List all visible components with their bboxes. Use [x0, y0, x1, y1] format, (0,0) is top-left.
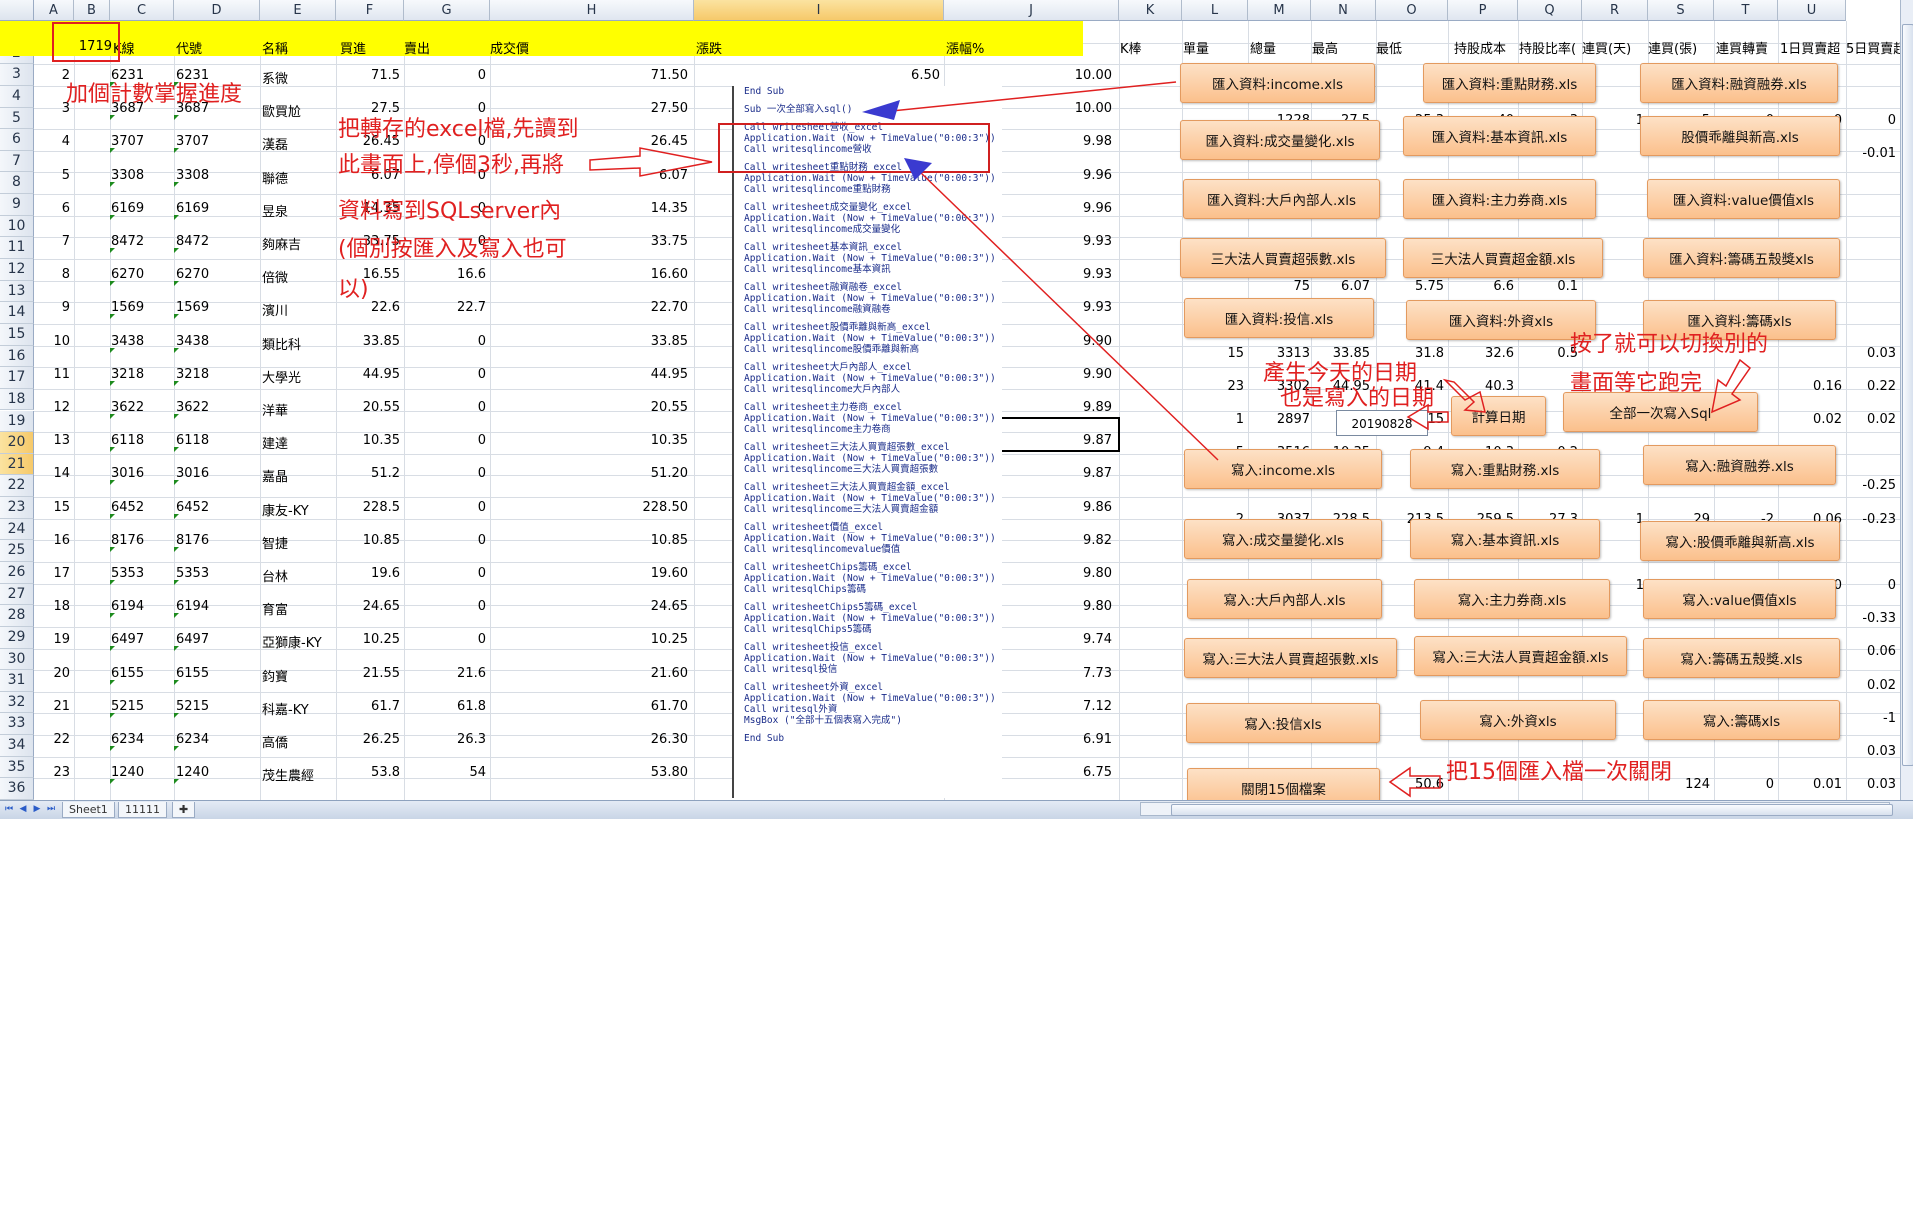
block-arrow-flow	[589, 147, 713, 177]
block-arrow-date	[1406, 403, 1449, 431]
vertical-scroll-thumb[interactable]	[1902, 24, 1913, 766]
block-arrow-close	[1388, 766, 1441, 798]
vertical-scrollbar[interactable]	[1900, 0, 1913, 800]
arrow-write-to-code	[917, 169, 1219, 461]
next-sheet-nav-icon[interactable]: ▶	[32, 803, 42, 815]
annotation-arrows	[589, 81, 1752, 798]
horizontal-scroll-thumb[interactable]	[1171, 804, 1893, 816]
horizontal-scrollbar[interactable]	[1140, 802, 1893, 816]
arrow-head-blue-top	[862, 100, 900, 120]
block-arrow-switch	[1711, 358, 1752, 414]
arrow-head-blue-mid	[904, 158, 932, 180]
prev-sheet-nav-icon[interactable]: ◀	[18, 803, 28, 815]
new-sheet-icon[interactable]: ✚	[172, 802, 196, 818]
arrow-import-to-code	[881, 81, 1177, 113]
block-arrow-date-down	[1442, 378, 1486, 413]
tab-sheet1[interactable]: Sheet1	[62, 802, 115, 818]
last-sheet-nav-icon[interactable]: ⏭	[46, 803, 56, 815]
spreadsheet: ABCDEFGHIJKLMNOPQRSTU 123456789101112131…	[0, 0, 1913, 819]
first-sheet-nav-icon[interactable]: ⏮	[4, 803, 14, 815]
tab-11111[interactable]: 11111	[118, 802, 167, 818]
